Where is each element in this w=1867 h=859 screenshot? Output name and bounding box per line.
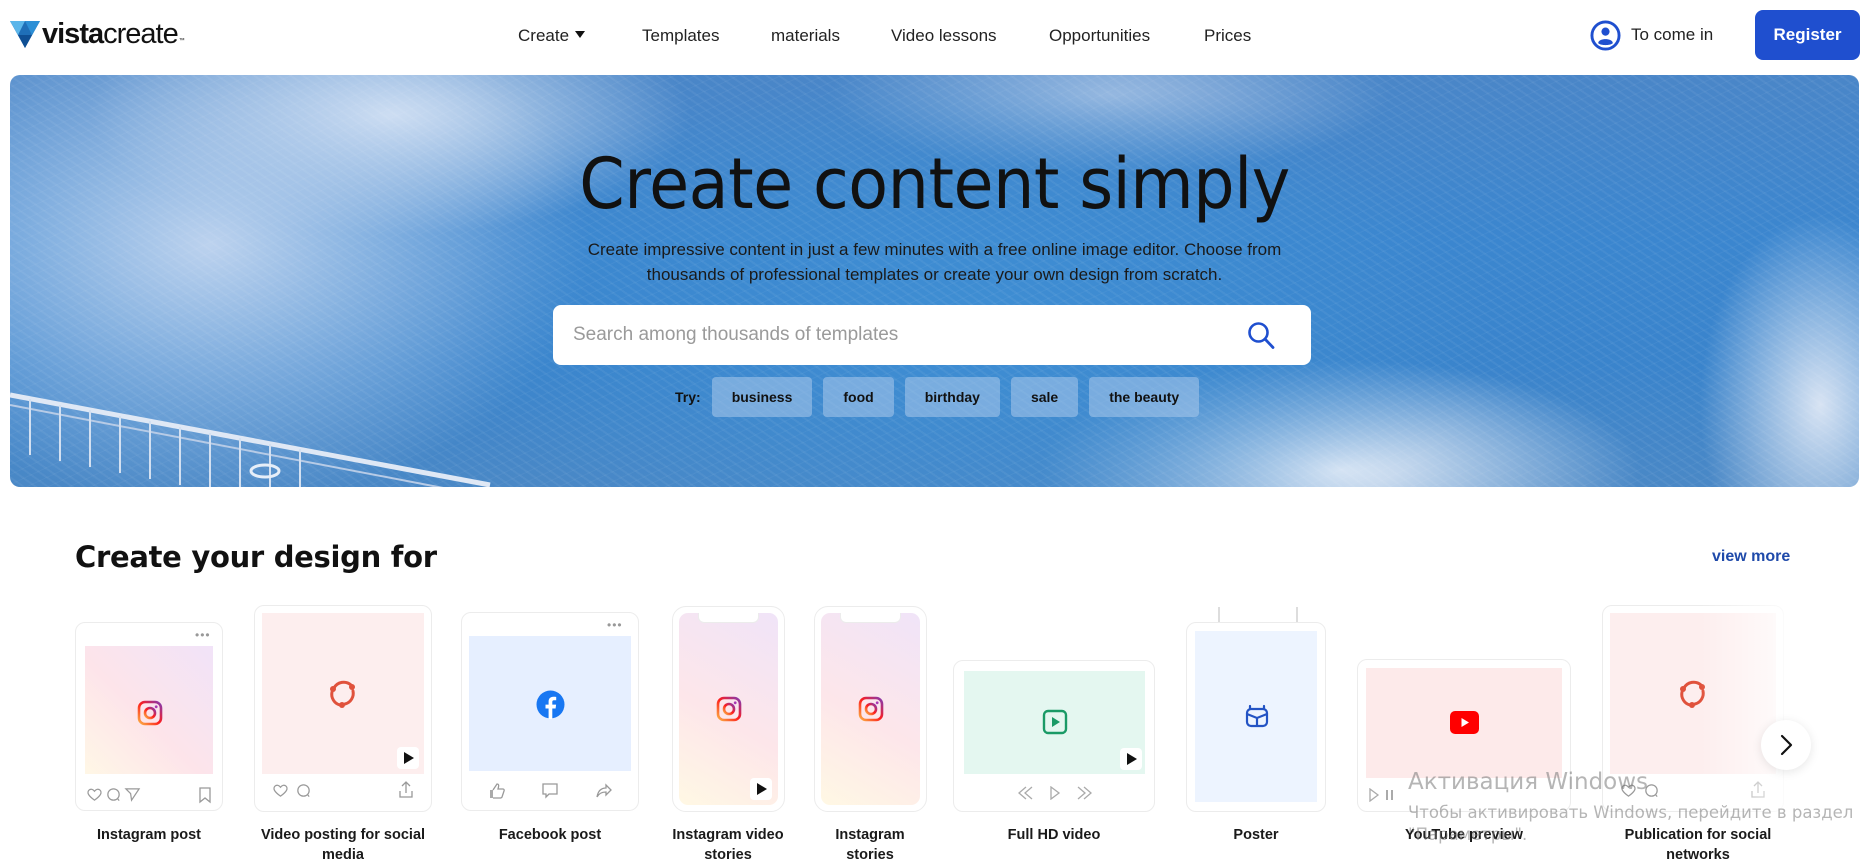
comment-bubble-icon (542, 783, 558, 799)
view-more-link[interactable]: view more (1712, 548, 1790, 566)
play-icon (1126, 753, 1137, 765)
social-share-icon (330, 680, 355, 708)
tag-business[interactable]: business (711, 377, 813, 417)
hero-subtitle: Create impressive content in just a few … (10, 237, 1859, 287)
poster-hanger (1296, 607, 1298, 622)
nav-create[interactable]: Create (518, 24, 586, 48)
card-label: Facebook post (498, 827, 602, 843)
login-label: To come in (1631, 25, 1714, 44)
tag-food[interactable]: food (823, 377, 894, 417)
play-icon (756, 783, 767, 795)
search-button[interactable] (1231, 305, 1291, 365)
hero-title: Create content simply (579, 143, 1290, 225)
nav-materials[interactable]: materials (771, 24, 840, 48)
post-actions (1620, 782, 1660, 799)
carousel-next-button[interactable] (1761, 720, 1811, 770)
instagram-icon (716, 696, 742, 722)
nav-opportunities[interactable]: Opportunities (1049, 24, 1150, 48)
login-link[interactable]: To come in (1590, 19, 1713, 51)
comment-icon (107, 788, 120, 802)
top-header: vistacreate ™ Create Templates materials… (0, 0, 1867, 72)
video-controls-icon (1018, 786, 1092, 800)
share-arrow-icon (596, 783, 612, 798)
card-label: Full HD video (1007, 827, 1101, 843)
phone-notch (698, 613, 759, 623)
template-search-input[interactable] (553, 305, 1231, 365)
post-actions (86, 786, 141, 803)
comment-icon (1645, 784, 1658, 798)
play-icon (403, 752, 414, 764)
card-label: YouTube preview (1405, 827, 1523, 843)
nav-templates[interactable]: Templates (642, 24, 719, 48)
post-actions (272, 782, 312, 799)
user-circle-icon (1590, 19, 1621, 51)
video-badge (1120, 748, 1142, 770)
bookmark-icon (199, 787, 211, 804)
youtube-icon (1450, 711, 1479, 734)
tag-sale[interactable]: sale (1010, 377, 1079, 417)
hero-subtitle-line: Create impressive content in just a few … (587, 240, 1282, 259)
section-title: Create your design for (75, 540, 437, 574)
card-label: Poster (1233, 827, 1279, 843)
video-play-icon (1042, 709, 1068, 735)
tag-birthday[interactable]: birthday (904, 377, 1000, 417)
comment-icon (297, 784, 310, 798)
card-label: Instagram stories (835, 827, 905, 859)
video-badge (750, 778, 772, 800)
template-search-bar (553, 305, 1311, 365)
more-dots-icon: ••• (607, 618, 623, 632)
caret-down-icon (575, 31, 586, 38)
more-dots-icon: ••• (195, 628, 211, 642)
hero-banner: Create content simply Create impressive … (10, 75, 1859, 487)
tag-the-beauty[interactable]: the beauty (1089, 377, 1200, 417)
heart-icon (1621, 784, 1636, 797)
poster-icon (1245, 704, 1269, 728)
poster-hanger (1218, 607, 1220, 622)
register-button[interactable]: Register (1755, 10, 1860, 60)
try-label: Try: (675, 389, 701, 405)
video-badge (397, 747, 419, 769)
phone-notch (840, 613, 901, 623)
nav-video-lessons[interactable]: Video lessons (891, 24, 997, 48)
instagram-icon (858, 696, 884, 722)
search-icon (1248, 322, 1275, 349)
suggested-tags: Try: business food birthday sale the bea… (675, 377, 1210, 417)
card-label: Publication for social networks (1624, 827, 1772, 859)
nav-prices[interactable]: Prices (1204, 24, 1251, 48)
heart-icon (87, 788, 102, 801)
hero-subtitle-line: thousands of professional templates or c… (646, 265, 1223, 284)
like-icon (490, 783, 505, 799)
play-pause-controls-icon (1369, 788, 1393, 802)
card-label: Video posting for social media (260, 827, 426, 859)
instagram-icon (137, 700, 163, 726)
card-label: Instagram post (97, 827, 201, 843)
send-icon (124, 788, 141, 802)
bridge-illustration (10, 392, 491, 487)
share-upload-icon (399, 781, 413, 798)
main-nav: Create Templates materials Video lessons… (0, 24, 1867, 48)
chevron-right-icon (1780, 734, 1793, 756)
social-share-icon (1680, 680, 1705, 708)
heart-icon (273, 784, 288, 797)
facebook-icon (536, 690, 565, 719)
share-upload-icon (1751, 781, 1765, 798)
